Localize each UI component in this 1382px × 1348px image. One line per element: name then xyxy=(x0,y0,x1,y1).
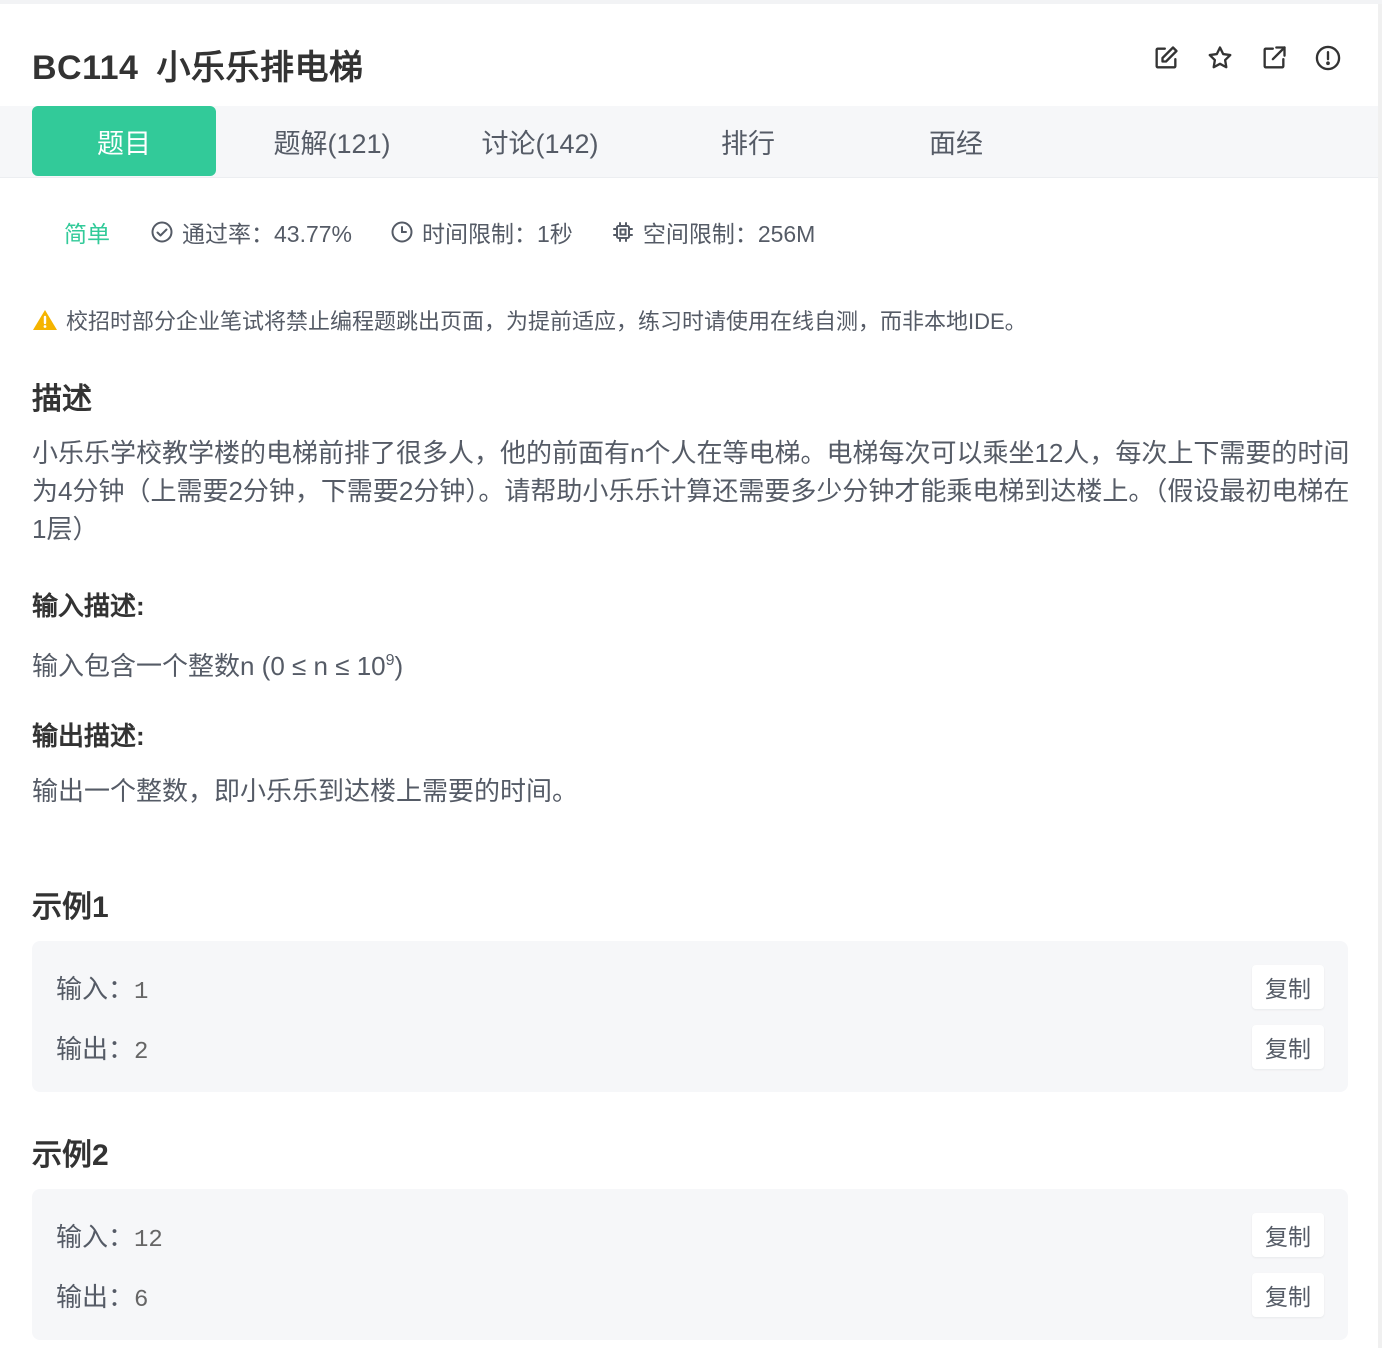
clock-icon xyxy=(391,221,413,243)
example-1-heading: 示例1 xyxy=(32,891,109,924)
problem-meta: 简单 通过率：43.77% 时间限制：1秒 空间限制：256M xyxy=(64,214,853,250)
warning-text: 校招时部分企业笔试将禁止编程题跳出页面，为提前适应，练习时请使用在线自测，而非本… xyxy=(66,309,1027,334)
edit-icon[interactable] xyxy=(1152,44,1180,72)
star-icon[interactable] xyxy=(1206,44,1234,72)
copy-input-button[interactable]: 复制 xyxy=(1252,965,1324,1009)
share-icon[interactable] xyxy=(1260,44,1288,72)
description-text: 小乐乐学校教学楼的电梯前排了很多人，他的前面有n个人在等电梯。电梯每次可以乘坐1… xyxy=(32,438,1350,544)
problem-header: BC114 小乐乐排电梯 xyxy=(0,4,1382,106)
report-icon[interactable] xyxy=(1314,44,1342,72)
example-2-output-value: 6 xyxy=(134,1287,149,1314)
difficulty-badge: 简单 xyxy=(64,221,110,247)
example-1-input-label: 输入： xyxy=(56,974,135,1004)
problem-title: 小乐乐排电梯 xyxy=(156,49,364,87)
example-1-output-value: 2 xyxy=(134,1039,149,1066)
output-description-heading: 输出描述: xyxy=(32,721,145,751)
warning-icon xyxy=(33,310,57,330)
output-description-text: 输出一个整数，即小乐乐到达楼上需要的时间。 xyxy=(32,776,579,806)
tab-interview[interactable]: 面经 xyxy=(864,106,1048,176)
chip-icon xyxy=(612,222,633,242)
header-actions xyxy=(1152,44,1342,72)
check-circle-icon xyxy=(151,221,173,243)
example-1-output: 输出：2 xyxy=(56,1029,148,1066)
example-1-panel: 输入：1 复制 输出：2 复制 xyxy=(32,941,1348,1092)
example-2-output: 输出：6 xyxy=(56,1277,148,1314)
example-2-output-label: 输出： xyxy=(56,1282,135,1312)
scrollbar[interactable] xyxy=(1378,4,1382,1348)
page-title: BC114 小乐乐排电梯 xyxy=(32,40,363,89)
example-1-output-label: 输出： xyxy=(56,1034,135,1064)
description-heading: 描述 xyxy=(32,383,92,416)
example-2-input-value: 12 xyxy=(134,1227,163,1254)
input-description-heading: 输入描述: xyxy=(32,591,145,621)
problem-code: BC114 xyxy=(32,49,139,87)
example-2-heading: 示例2 xyxy=(32,1139,109,1172)
tab-bar: 题目 题解(121) 讨论(142) 排行 面经 xyxy=(0,106,1382,178)
copy-input-button[interactable]: 复制 xyxy=(1252,1213,1324,1257)
tab-discussion[interactable]: 讨论(142) xyxy=(448,106,632,176)
tab-problem[interactable]: 题目 xyxy=(32,106,216,176)
warning-notice: 校招时部分企业笔试将禁止编程题跳出页面，为提前适应，练习时请使用在线自测，而非本… xyxy=(32,304,1027,336)
example-1-input: 输入：1 xyxy=(56,969,148,1006)
input-description-main: 输入包含一个整数n (0 ≤ n ≤ 10 xyxy=(32,651,386,681)
space-limit-text: 空间限制：256M xyxy=(642,221,816,247)
time-limit: 时间限制：1秒 xyxy=(390,215,573,249)
copy-output-button[interactable]: 复制 xyxy=(1252,1273,1324,1317)
tab-solutions[interactable]: 题解(121) xyxy=(240,106,424,176)
time-limit-text: 时间限制：1秒 xyxy=(422,221,573,247)
example-2-input: 输入：12 xyxy=(56,1217,163,1254)
example-2-panel: 输入：12 复制 输出：6 复制 xyxy=(32,1189,1348,1340)
input-description-end: ) xyxy=(394,651,404,681)
copy-output-button[interactable]: 复制 xyxy=(1252,1025,1324,1069)
pass-rate-text: 通过率：43.77% xyxy=(182,221,353,247)
input-description-exponent: 9 xyxy=(385,652,395,669)
tab-ranking[interactable]: 排行 xyxy=(656,106,840,176)
input-description-text: 输入包含一个整数n (0 ≤ n ≤ 109) xyxy=(32,642,1352,685)
pass-rate: 通过率：43.77% xyxy=(150,215,352,249)
example-1-input-value: 1 xyxy=(134,979,149,1006)
space-limit: 空间限制：256M xyxy=(611,215,816,249)
example-2-input-label: 输入： xyxy=(56,1222,135,1252)
